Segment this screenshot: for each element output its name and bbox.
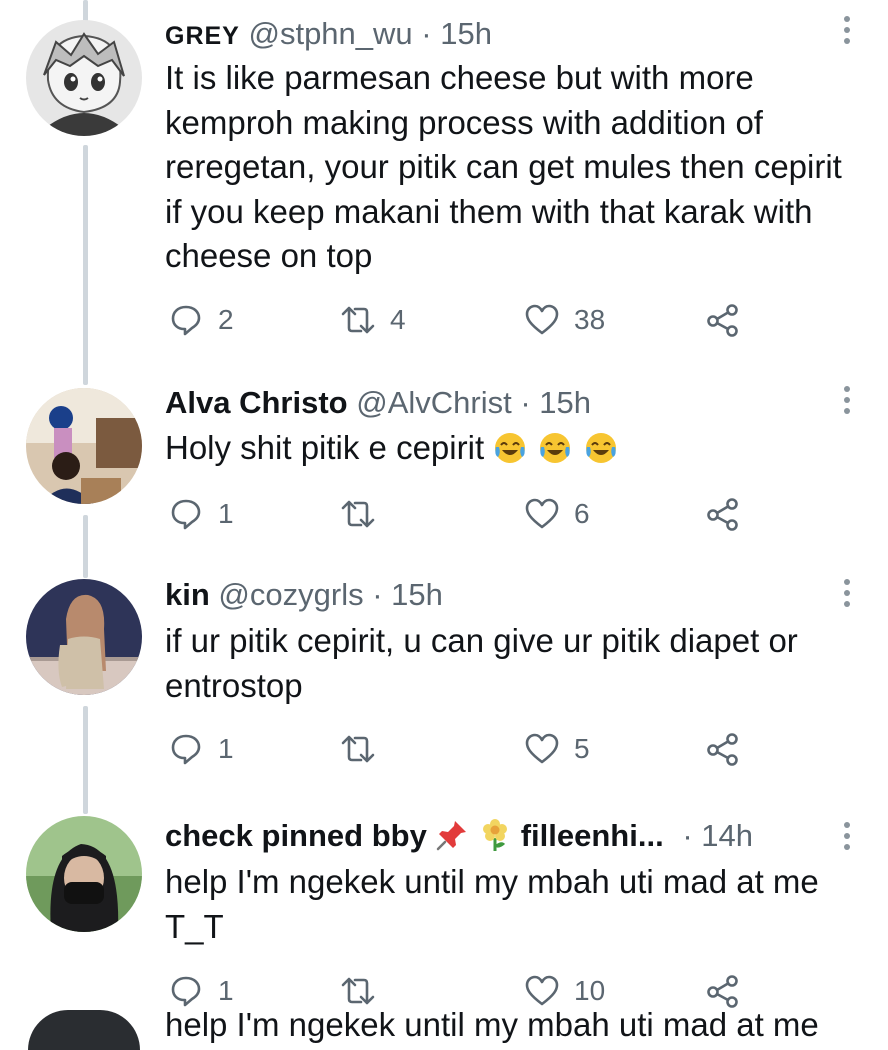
like-button[interactable]: 5 bbox=[524, 727, 590, 771]
share-button[interactable] bbox=[705, 492, 741, 536]
display-name[interactable]: GREY bbox=[165, 22, 240, 50]
retweet-button[interactable]: 4 bbox=[340, 298, 406, 342]
avatar[interactable] bbox=[26, 579, 142, 695]
tweet-text: if ur pitik cepirit, u can give ur pitik… bbox=[165, 622, 798, 704]
anime-avatar-image bbox=[26, 20, 142, 136]
timestamp[interactable]: 14h bbox=[701, 818, 753, 853]
reply-icon bbox=[171, 305, 201, 336]
tweet-header: check pinned bby filleenhi... · 14h bbox=[165, 816, 818, 856]
reply-icon bbox=[171, 499, 201, 530]
face-with-tears-of-joy-icon bbox=[584, 429, 620, 466]
more-options-icon[interactable] bbox=[842, 822, 852, 858]
like-button[interactable]: 38 bbox=[524, 298, 605, 342]
tweet-text: help I'm ngekek until my mbah uti mad at… bbox=[165, 863, 819, 945]
tweet-actions: 2 4 38 bbox=[0, 298, 888, 342]
tweet[interactable]: Alva Christo @AlvChrist · 15h Holy shit … bbox=[0, 370, 888, 560]
reply-icon bbox=[171, 734, 201, 765]
reply-count: 1 bbox=[218, 498, 234, 529]
separator-dot: · bbox=[372, 577, 383, 612]
heart-icon bbox=[525, 498, 559, 529]
retweet-count: 4 bbox=[390, 304, 406, 335]
retweet-button[interactable] bbox=[340, 727, 390, 771]
illustrated-avatar-image bbox=[26, 579, 142, 695]
heart-icon bbox=[525, 304, 559, 335]
timestamp[interactable]: 15h bbox=[391, 577, 443, 612]
tweet-header: GREY @stphn_wu · 15h bbox=[165, 14, 828, 54]
share-button[interactable] bbox=[705, 727, 741, 771]
display-name-suffix[interactable]: filleenhi... bbox=[521, 818, 664, 853]
retweet-icon bbox=[341, 735, 375, 763]
more-options-icon[interactable] bbox=[842, 386, 852, 422]
separator-dot: · bbox=[421, 16, 432, 51]
avatar[interactable] bbox=[26, 816, 142, 932]
share-icon bbox=[707, 498, 738, 531]
profile-photo bbox=[26, 388, 142, 504]
reply-button[interactable]: 1 bbox=[168, 727, 234, 771]
timestamp[interactable]: 15h bbox=[539, 385, 591, 420]
reply-button[interactable]: 2 bbox=[168, 298, 234, 342]
separator-dot: · bbox=[520, 385, 531, 420]
tweet-text-container: Holy shit pitik e cepirit bbox=[165, 426, 864, 471]
retweet-button[interactable] bbox=[340, 492, 390, 536]
user-handle[interactable]: @AlvChrist bbox=[356, 385, 511, 420]
tweet[interactable]: kin @cozygrls · 15h if ur pitik cepirit,… bbox=[0, 563, 888, 793]
tweet[interactable]: GREY @stphn_wu · 15h It is like parmesan… bbox=[0, 0, 888, 360]
tweet-header: Alva Christo @AlvChrist · 15h bbox=[165, 383, 828, 423]
display-name[interactable]: check pinned bby bbox=[165, 818, 427, 853]
face-with-tears-of-joy-icon bbox=[538, 429, 574, 466]
tweet-text: Holy shit pitik e cepirit bbox=[165, 429, 485, 466]
share-button[interactable] bbox=[705, 298, 741, 342]
tweet-actions: 1 5 bbox=[0, 727, 888, 771]
next-tweet-text-cutoff: help I'm ngekek until my mbah uti mad at… bbox=[165, 1006, 819, 1043]
pushpin-icon bbox=[435, 818, 469, 853]
tweet-header: kin @cozygrls · 15h bbox=[165, 575, 828, 615]
tweet[interactable]: check pinned bby filleenhi... · 14h help… bbox=[0, 800, 888, 1020]
user-handle[interactable]: @cozygrls bbox=[218, 577, 363, 612]
more-options-icon[interactable] bbox=[842, 579, 852, 615]
reply-count: 1 bbox=[218, 733, 234, 764]
display-name[interactable]: Alva Christo bbox=[165, 385, 348, 420]
retweet-icon bbox=[341, 500, 375, 528]
like-count: 6 bbox=[574, 498, 590, 529]
display-name[interactable]: kin bbox=[165, 577, 210, 612]
retweet-icon bbox=[341, 306, 375, 334]
like-button[interactable]: 6 bbox=[524, 492, 590, 536]
timestamp[interactable]: 15h bbox=[440, 16, 492, 51]
share-icon bbox=[707, 733, 738, 766]
reply-count: 2 bbox=[218, 304, 234, 335]
tweet-actions: 1 6 bbox=[0, 492, 888, 536]
avatar[interactable] bbox=[26, 20, 142, 136]
profile-photo bbox=[26, 816, 142, 932]
like-count: 5 bbox=[574, 733, 590, 764]
share-icon bbox=[707, 304, 738, 337]
face-with-tears-of-joy-icon bbox=[493, 429, 529, 466]
separator-dot: · bbox=[682, 818, 693, 853]
avatar[interactable] bbox=[26, 388, 142, 504]
blossom-icon bbox=[478, 818, 512, 853]
reply-button[interactable]: 1 bbox=[168, 492, 234, 536]
more-options-icon[interactable] bbox=[842, 16, 852, 52]
like-count: 38 bbox=[574, 304, 606, 335]
tweet-text: It is like parmesan cheese but with more… bbox=[165, 59, 842, 274]
heart-icon bbox=[525, 733, 559, 764]
user-handle[interactable]: @stphn_wu bbox=[248, 16, 412, 51]
